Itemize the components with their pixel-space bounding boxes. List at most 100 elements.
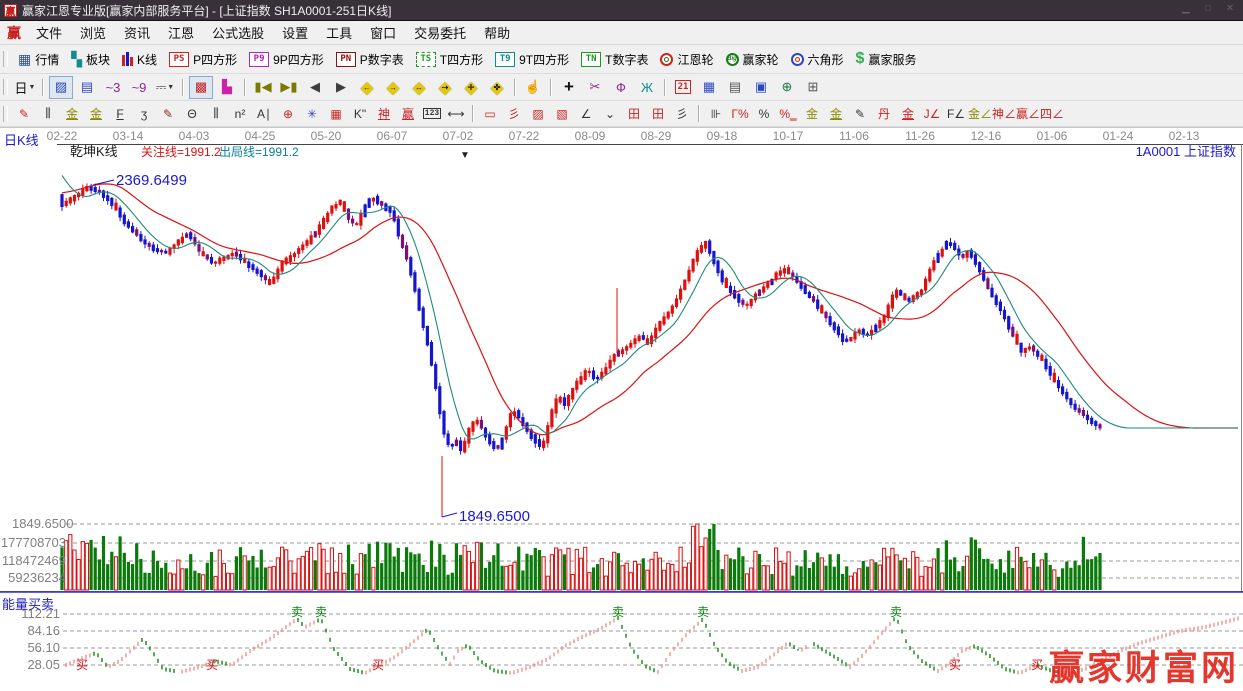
draw-tool-13[interactable]: ▦ [324,104,348,124]
toolbar-grip[interactable] [3,79,8,95]
zoom-horizontal-button[interactable]: ◆↔ [407,76,431,99]
color-histogram-button[interactable]: ▙ [215,76,239,99]
page-next-button[interactable]: ▶ [329,76,353,99]
draw-tool-10[interactable]: A∣ [252,104,276,124]
draw-tool-16[interactable]: 赢 [396,104,420,124]
draw-tool-31[interactable]: Γ% [728,104,752,124]
draw-tool-28[interactable]: 彡 [670,104,694,124]
network-button[interactable]: ⊕ [775,76,799,99]
draw-tool-20[interactable]: ▭ [478,104,502,124]
toolbar-button-winner-service[interactable]: $赢家服务 [850,49,923,70]
draw-tool-8[interactable]: ⫼ [204,104,228,124]
printer-button[interactable]: ⊞ [801,76,825,99]
draw-tool-6[interactable]: ✎ [156,104,180,124]
toolbar-button-sectors[interactable]: ▚板块 [65,49,116,70]
chart-view-button[interactable]: ▨ [49,76,73,99]
toolbar-button-p-square[interactable]: PSP四方形 [163,49,243,70]
draw-tool-21[interactable]: 彡 [502,104,526,124]
draw-tool-7[interactable]: Θ [180,104,204,124]
draw-tool-41[interactable]: 金∠ [968,104,992,124]
toolbar-button-hexagon[interactable]: 六角形 [785,49,850,70]
chart-canvas[interactable]: 2369.64991849.65001849.65001777087031184… [0,144,1243,685]
toolbar-button-gann-wheel[interactable]: 江恩轮 [654,49,719,70]
toolbar-button-kline[interactable]: K线 [116,49,163,70]
draw-tool-22[interactable]: ▨ [526,104,550,124]
crosshair-button[interactable]: + [557,76,581,99]
minimize-button[interactable]: ▁ [1179,3,1193,14]
menu-item-1[interactable]: 浏览 [71,21,115,44]
expand-cross-button[interactable]: ◆✛ [459,76,483,99]
pattern-region-button[interactable]: ▩ [189,76,213,99]
shift-right-button[interactable]: ◆→ [381,76,405,99]
draw-tool-40[interactable]: F∠ [944,104,968,124]
draw-tool-37[interactable]: 丹 [872,104,896,124]
menu-item-4[interactable]: 公式选股 [203,21,273,44]
draw-tool-12[interactable]: ✳ [300,104,324,124]
toolbar-button-t-square[interactable]: TST四方形 [410,49,489,70]
draw-tool-3[interactable]: 金 [84,104,108,124]
draw-tool-14[interactable]: K" [348,104,372,124]
draw-tool-34[interactable]: 金 [800,104,824,124]
toolbar-button-winner-wheel[interactable]: Big赢家轮 [720,49,785,70]
draw-tool-11[interactable]: ⊕ [276,104,300,124]
draw-tool-1[interactable]: ⫼ [36,104,60,124]
menu-item-8[interactable]: 交易委托 [405,21,475,44]
draw-tool-39[interactable]: J∠ [920,104,944,124]
draw-tool-26[interactable]: 田 [622,104,646,124]
draw-tool-44[interactable]: 四∠ [1040,104,1064,124]
draw-tool-24[interactable]: ∠ [574,104,598,124]
draw-tool-4[interactable]: F [108,104,132,124]
save-button[interactable]: ▣ [749,76,773,99]
expand-vertical-button[interactable]: ◆✜ [485,76,509,99]
info-view-button[interactable]: ▤ [75,76,99,99]
toolbar-button-quotes[interactable]: ▦行情 [12,49,65,70]
draw-tool-23[interactable]: ▧ [550,104,574,124]
measure-scissors-button[interactable]: ✂ [583,76,607,99]
menu-item-2[interactable]: 资讯 [115,21,159,44]
draw-tool-17[interactable]: 123 [420,104,444,124]
menu-item-9[interactable]: 帮助 [475,21,519,44]
draw-tool-36[interactable]: ✎ [848,104,872,124]
knot-tool-button[interactable]: Ж [635,76,659,99]
draw-tool-9[interactable]: n² [228,104,252,124]
notepad-button[interactable]: ▤ [723,76,747,99]
draw-tool-30[interactable]: ⊪ [704,104,728,124]
menu-item-3[interactable]: 江恩 [159,21,203,44]
wave-9-button[interactable]: ~9 [127,76,151,99]
menu-item-6[interactable]: 工具 [317,21,361,44]
close-button[interactable]: ✕ [1223,3,1237,14]
calculator-button[interactable]: ▦ [697,76,721,99]
draw-tool-0[interactable]: ✎ [12,104,36,124]
wave-3-button[interactable]: ~3 [101,76,125,99]
menu-item-5[interactable]: 设置 [273,21,317,44]
draw-tool-2[interactable]: 金 [60,104,84,124]
draw-tool-15[interactable]: 神 [372,104,396,124]
toolbar-grip[interactable] [3,51,8,67]
toolbar-button-p-digit-table[interactable]: PNP数字表 [330,49,410,70]
draw-tool-43[interactable]: 赢∠ [1016,104,1040,124]
draw-tool-25[interactable]: ⌄ [598,104,622,124]
draw-tool-27[interactable]: 田 [646,104,670,124]
page-prev-button[interactable]: ◀ [303,76,327,99]
go-last-button[interactable]: ▶▮ [277,76,301,99]
draw-tool-33[interactable]: %‗ [776,104,800,124]
go-first-button[interactable]: ▮◀ [251,76,275,99]
toolbar-button-9p-square[interactable]: P99P四方形 [243,49,330,70]
calendar-21-button[interactable]: 21 [671,76,695,99]
toolbar-button-t-digit-table[interactable]: TNT数字表 [575,49,654,70]
candle-type-dropdown-button[interactable]: ⎓▼ [153,76,177,99]
compress-button[interactable]: ◆⇢ [433,76,457,99]
toolbar-button-9t-square[interactable]: T99T四方形 [489,49,575,70]
draw-tool-32[interactable]: % [752,104,776,124]
draw-tool-38[interactable]: 金 [896,104,920,124]
candle-period-dropdown-button[interactable]: 日▼ [13,76,37,99]
drag-hand-button[interactable]: ☝ [521,76,545,99]
maximize-button[interactable]: □ [1201,3,1215,14]
draw-tool-35[interactable]: 金 [824,104,848,124]
shift-left-button[interactable]: ◆← [355,76,379,99]
toolbar-grip[interactable] [3,106,8,122]
menu-item-0[interactable]: 文件 [27,21,71,44]
draw-tool-18[interactable]: ⟷ [444,104,468,124]
draw-tool-5[interactable]: ʒ [132,104,156,124]
menu-item-7[interactable]: 窗口 [361,21,405,44]
